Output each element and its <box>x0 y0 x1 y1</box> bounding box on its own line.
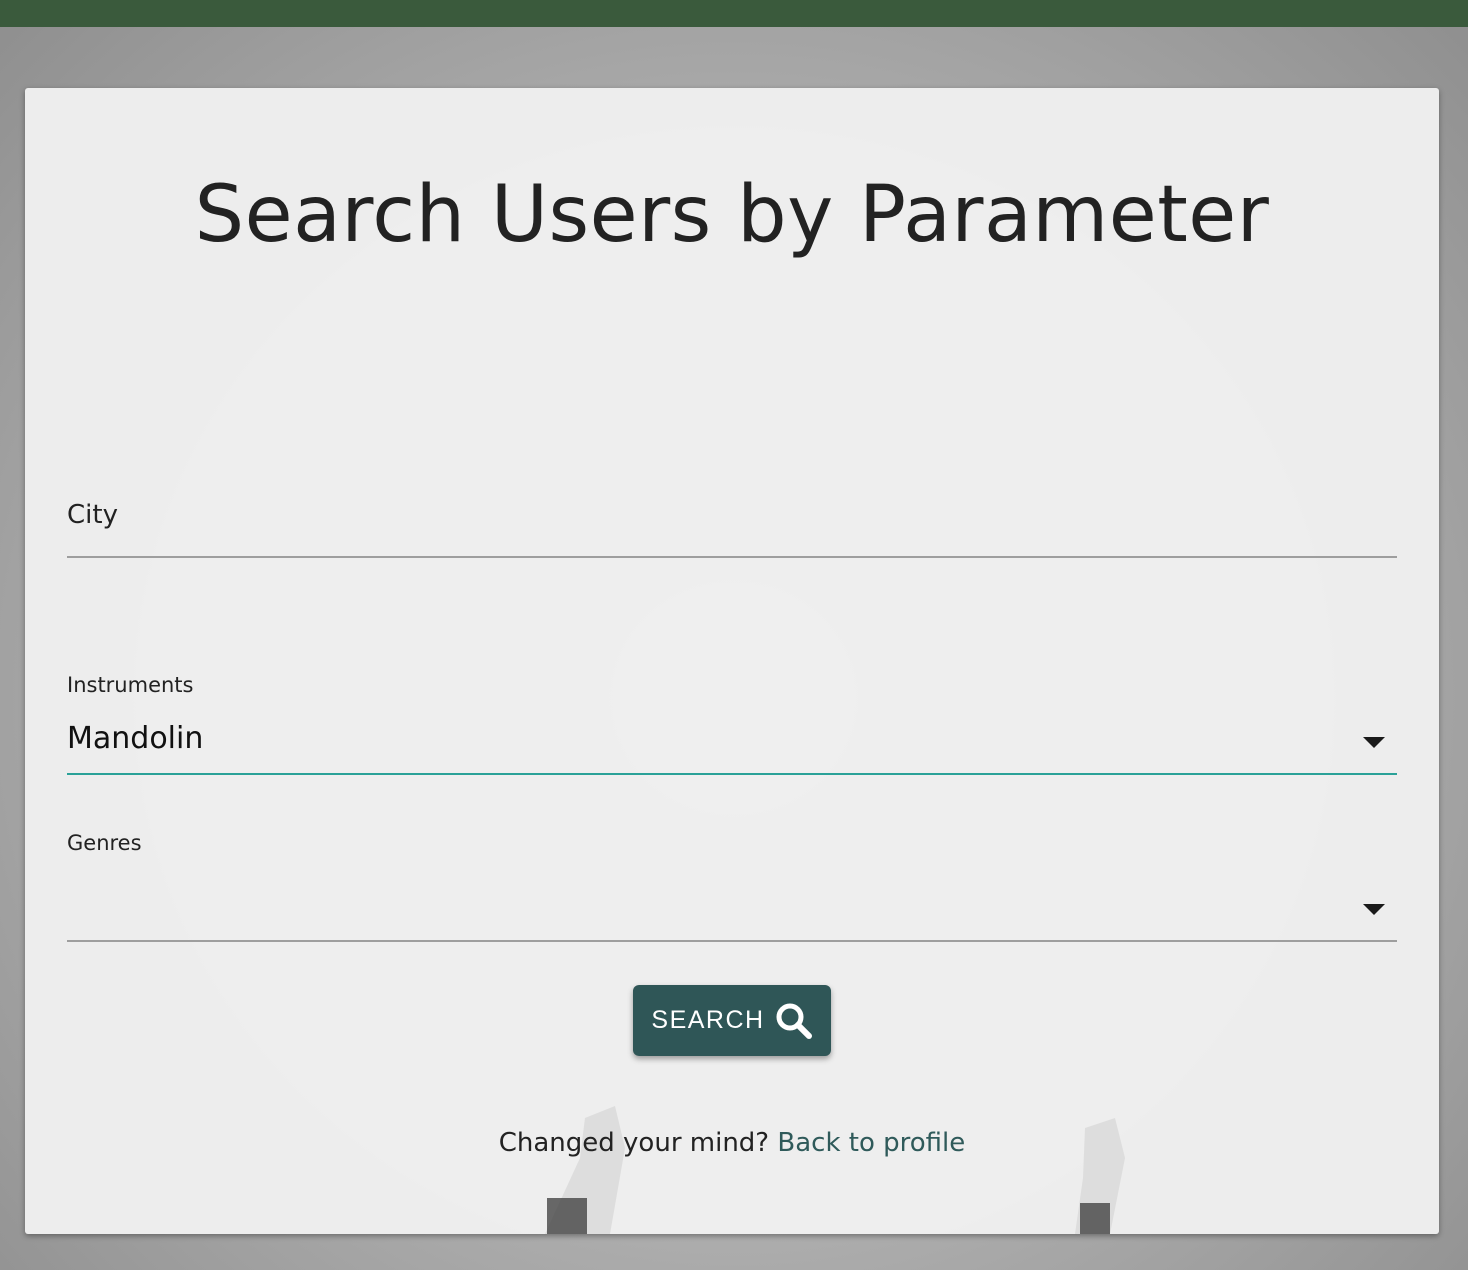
genres-label: Genres <box>67 831 142 855</box>
genres-select[interactable] <box>67 882 1397 942</box>
search-icon <box>775 1002 813 1040</box>
city-input-placeholder[interactable]: City <box>67 500 118 530</box>
caret-down-icon[interactable] <box>1363 737 1385 748</box>
genres-field: Genres <box>67 831 1397 942</box>
footer-prompt: Changed your mind? Back to profile <box>25 1128 1439 1158</box>
footer-prompt-text: Changed your mind? <box>498 1128 770 1158</box>
instruments-select[interactable]: Mandolin <box>67 715 1397 775</box>
caret-down-icon[interactable] <box>1363 904 1385 915</box>
city-field[interactable]: City <box>67 488 1397 558</box>
back-to-profile-link[interactable]: Back to profile <box>777 1128 965 1158</box>
page-title: Search Users by Parameter <box>194 170 1270 260</box>
instruments-field: Instruments Mandolin <box>67 673 1397 783</box>
instruments-selected-value: Mandolin <box>67 721 204 756</box>
top-navbar <box>0 0 1468 27</box>
search-button[interactable]: SEARCH <box>633 985 831 1056</box>
search-card: Search Users by Parameter City Instrumen… <box>25 88 1439 1234</box>
search-button-label: SEARCH <box>651 1006 765 1034</box>
instruments-label: Instruments <box>67 673 194 697</box>
